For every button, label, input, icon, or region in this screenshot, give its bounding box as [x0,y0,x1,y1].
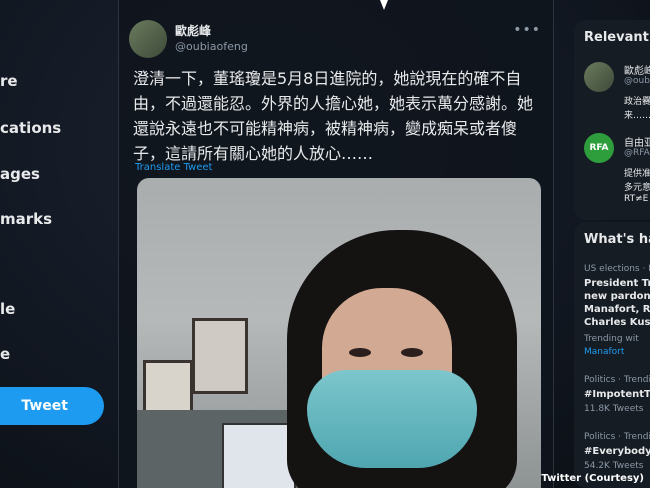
nav-item-more[interactable]: e [0,345,10,363]
trend-label: Trending wit [584,334,639,344]
left-nav: re cations ages marks le e Tweet [0,0,118,488]
person-avatar[interactable] [584,62,614,92]
trend-context: Politics · Trendin [584,375,650,385]
person-name[interactable]: 歐彪峰 [624,62,650,77]
eye [349,348,371,357]
trend-headline[interactable]: Manafort, Rog [584,304,650,315]
mouse-cursor-icon [380,0,388,10]
nav-item-messages[interactable]: ages [0,165,40,183]
tweet-photo[interactable] [137,178,541,488]
trend-hashtag[interactable]: #EverybodyIsT [584,446,650,457]
trend-count: 54.2K Tweets [584,461,644,471]
trend-headline[interactable]: Charles Kushn [584,317,650,328]
nav-item-notifications[interactable]: cations [0,119,61,137]
face-mask [307,370,477,468]
tweet-column: 歐彪峰 @oubiaofeng ••• 澄清一下，董瑤瓊是5月8日進院的，她說現… [118,0,554,488]
trend-headline[interactable]: new pardons [584,291,650,302]
wall-certificate [192,318,248,394]
person-name[interactable]: 自由亚 [624,134,650,149]
right-sidebar: Relevant p 歐彪峰 @oubi 政治爨 来…… RFA 自由亚 @RF… [568,0,650,488]
trend-link[interactable]: Manafort [584,347,624,357]
author-handle[interactable]: @oubiaofeng [175,40,248,53]
person-handle[interactable]: @RFA [624,148,650,158]
relevant-people-title: Relevant p [584,30,650,45]
trend-context: US elections · L [584,264,650,274]
monitor [222,423,296,488]
nav-item-profile[interactable]: le [0,300,15,318]
author-avatar[interactable] [129,20,167,58]
person-bio: 提供准 [624,169,650,179]
translate-tweet-link[interactable]: Translate Tweet [135,162,212,173]
tweet-button[interactable]: Tweet [0,387,104,425]
more-options-icon[interactable]: ••• [513,22,541,38]
rfa-avatar[interactable]: RFA [584,133,614,163]
person-bio: 政治爨 [624,97,650,107]
trend-headline[interactable]: President Tru [584,278,650,289]
nav-item-bookmarks[interactable]: marks [0,210,52,228]
tweet-text: 澄清一下，董瑤瓊是5月8日進院的，她說現在的確不自由，不過還能忍。外界的人擔心她… [133,69,534,163]
nav-item-explore[interactable]: re [0,72,18,90]
person-bio: RT≠E [624,194,649,204]
trend-context: Politics · Trendin [584,432,650,442]
author-name[interactable]: 歐彪峰 [175,22,211,39]
photo-credit: Twitter (Courtesy) [541,473,644,484]
person-bio: 多元意 [624,183,650,193]
person-bio: 来…… [624,111,650,121]
person-handle[interactable]: @oubi [624,76,650,86]
eye [401,348,423,357]
trend-count: 11.8K Tweets [584,404,644,414]
trend-hashtag[interactable]: #ImpotentTru [584,389,650,400]
screen: re cations ages marks le e Tweet 歐彪峰 @ou… [0,0,650,488]
trends-title: What's hap [584,232,650,247]
